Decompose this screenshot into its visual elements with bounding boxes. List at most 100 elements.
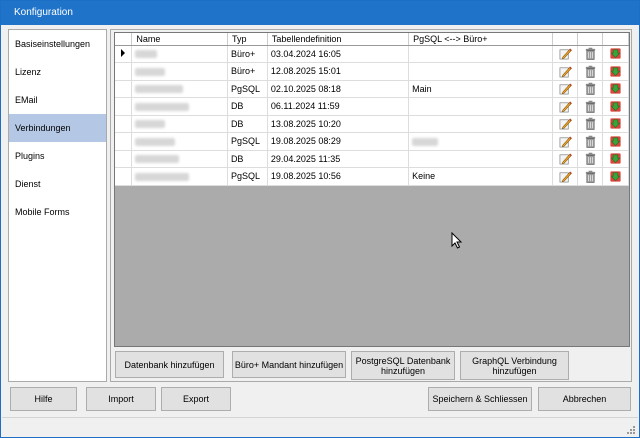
cell-tabellendefinition[interactable]: 06.11.2024 11:59 bbox=[267, 97, 410, 116]
sidebar-item-lizenz[interactable]: Lizenz bbox=[9, 58, 106, 86]
row-selector[interactable] bbox=[115, 167, 133, 186]
table-header: Name Typ Tabellendefinition PgSQL <--> B… bbox=[115, 33, 629, 46]
column-header-edit bbox=[552, 33, 579, 46]
cell-typ[interactable]: DB bbox=[227, 97, 268, 116]
row-selector[interactable] bbox=[115, 80, 133, 98]
edit-button[interactable] bbox=[552, 167, 579, 186]
delete-button[interactable] bbox=[577, 132, 604, 151]
edit-button[interactable] bbox=[552, 62, 579, 81]
cell-tabellendefinition[interactable]: 29.04.2025 11:35 bbox=[267, 150, 410, 168]
sync-button[interactable] bbox=[602, 132, 629, 151]
export-button[interactable]: Export bbox=[161, 387, 231, 411]
column-header-typ[interactable]: Typ bbox=[227, 33, 268, 46]
table-row[interactable]: DB 06.11.2024 11:59 bbox=[115, 97, 629, 116]
cell-name[interactable] bbox=[131, 80, 228, 98]
cell-tabellendefinition[interactable]: 19.08.2025 10:56 bbox=[267, 167, 410, 186]
cell-tabellendefinition[interactable]: 13.08.2025 10:20 bbox=[267, 115, 410, 133]
edit-button[interactable] bbox=[552, 97, 579, 116]
add-database-button[interactable]: Datenbank hinzufügen bbox=[115, 351, 224, 378]
cell-name[interactable] bbox=[131, 132, 228, 151]
edit-button[interactable] bbox=[552, 150, 579, 168]
row-selector[interactable] bbox=[115, 62, 133, 81]
sidebar-item-basiseinstellungen[interactable]: Basiseinstellungen bbox=[9, 30, 106, 58]
cell-name[interactable] bbox=[131, 97, 228, 116]
cell-pgsql-buero[interactable] bbox=[408, 97, 554, 116]
sync-button[interactable] bbox=[602, 167, 629, 186]
edit-button[interactable] bbox=[552, 132, 579, 151]
import-button[interactable]: Import bbox=[86, 387, 156, 411]
cell-typ[interactable]: Büro+ bbox=[227, 45, 268, 63]
table-row[interactable]: PgSQL 19.08.2025 10:56 Keine bbox=[115, 167, 629, 186]
add-graphql-button[interactable]: GraphQL Verbindung hinzufügen bbox=[460, 351, 569, 380]
delete-button[interactable] bbox=[577, 45, 604, 63]
sidebar-item-plugins[interactable]: Plugins bbox=[9, 142, 106, 170]
table-row[interactable]: DB 29.04.2025 11:35 bbox=[115, 150, 629, 168]
edit-icon bbox=[559, 118, 572, 130]
sidebar-item-verbindungen[interactable]: Verbindungen bbox=[9, 114, 106, 142]
cell-pgsql-buero[interactable]: Main bbox=[408, 80, 554, 98]
sync-button[interactable] bbox=[602, 45, 629, 63]
cell-tabellendefinition[interactable]: 03.04.2024 16:05 bbox=[267, 45, 410, 63]
cell-tabellendefinition[interactable]: 19.08.2025 08:29 bbox=[267, 132, 410, 151]
cell-pgsql-buero[interactable]: Keine bbox=[408, 167, 554, 186]
delete-button[interactable] bbox=[577, 97, 604, 116]
table-row[interactable]: Büro+ 12.08.2025 15:01 bbox=[115, 62, 629, 81]
sync-button[interactable] bbox=[602, 62, 629, 81]
delete-button[interactable] bbox=[577, 150, 604, 168]
sync-button[interactable] bbox=[602, 80, 629, 98]
column-header-pgsql-buero[interactable]: PgSQL <--> Büro+ bbox=[408, 33, 554, 46]
connections-grid[interactable]: Name Typ Tabellendefinition PgSQL <--> B… bbox=[114, 32, 630, 347]
sync-button[interactable] bbox=[602, 115, 629, 133]
cell-name[interactable] bbox=[131, 150, 228, 168]
sidebar-item-mobile-forms[interactable]: Mobile Forms bbox=[9, 198, 106, 226]
cell-pgsql-buero[interactable] bbox=[408, 45, 554, 63]
cell-typ[interactable]: PgSQL bbox=[227, 80, 268, 98]
save-close-button[interactable]: Speichern & Schliessen bbox=[428, 387, 532, 411]
delete-button[interactable] bbox=[577, 80, 604, 98]
table-row[interactable]: PgSQL 19.08.2025 08:29 bbox=[115, 132, 629, 151]
cell-name[interactable] bbox=[131, 62, 228, 81]
cell-pgsql-buero[interactable] bbox=[408, 62, 554, 81]
trash-icon bbox=[585, 135, 595, 148]
table-row[interactable]: Büro+ 03.04.2024 16:05 bbox=[115, 45, 629, 63]
cell-pgsql-buero[interactable] bbox=[408, 150, 554, 168]
row-selector[interactable] bbox=[115, 132, 133, 151]
row-selector[interactable] bbox=[115, 97, 133, 116]
cell-typ[interactable]: DB bbox=[227, 150, 268, 168]
cell-typ[interactable]: PgSQL bbox=[227, 167, 268, 186]
edit-button[interactable] bbox=[552, 115, 579, 133]
delete-button[interactable] bbox=[577, 62, 604, 81]
cell-name[interactable] bbox=[131, 45, 228, 63]
cell-name[interactable] bbox=[131, 115, 228, 133]
row-selector[interactable] bbox=[115, 45, 133, 63]
sidebar-item-email[interactable]: EMail bbox=[9, 86, 106, 114]
cell-pgsql-buero[interactable] bbox=[408, 132, 554, 151]
add-postgresql-button[interactable]: PostgreSQL Datenbank hinzufügen bbox=[351, 351, 455, 380]
cell-tabellendefinition[interactable]: 02.10.2025 08:18 bbox=[267, 80, 410, 98]
row-selector[interactable] bbox=[115, 115, 133, 133]
cell-typ[interactable]: DB bbox=[227, 115, 268, 133]
sync-button[interactable] bbox=[602, 150, 629, 168]
cell-typ[interactable]: PgSQL bbox=[227, 132, 268, 151]
sidebar-item-dienst[interactable]: Dienst bbox=[9, 170, 106, 198]
column-header-name[interactable]: Name bbox=[131, 33, 228, 46]
table-row[interactable]: DB 13.08.2025 10:20 bbox=[115, 115, 629, 133]
column-header-tabellendefinition[interactable]: Tabellendefinition bbox=[267, 33, 410, 46]
resize-grip-icon[interactable] bbox=[625, 424, 635, 434]
cell-tabellendefinition[interactable]: 12.08.2025 15:01 bbox=[267, 62, 410, 81]
sync-button[interactable] bbox=[602, 97, 629, 116]
row-selector[interactable] bbox=[115, 150, 133, 168]
help-button[interactable]: Hilfe bbox=[10, 387, 77, 411]
download-icon bbox=[610, 101, 621, 112]
add-buero-mandant-button[interactable]: Büro+ Mandant hinzufügen bbox=[232, 351, 346, 378]
delete-button[interactable] bbox=[577, 167, 604, 186]
cell-pgsql-buero[interactable] bbox=[408, 115, 554, 133]
table-row[interactable]: PgSQL 02.10.2025 08:18 Main bbox=[115, 80, 629, 98]
edit-button[interactable] bbox=[552, 45, 579, 63]
cell-name[interactable] bbox=[131, 167, 228, 186]
edit-button[interactable] bbox=[552, 80, 579, 98]
delete-button[interactable] bbox=[577, 115, 604, 133]
cancel-button[interactable]: Abbrechen bbox=[538, 387, 631, 411]
redacted-name bbox=[135, 85, 184, 94]
cell-typ[interactable]: Büro+ bbox=[227, 62, 268, 81]
